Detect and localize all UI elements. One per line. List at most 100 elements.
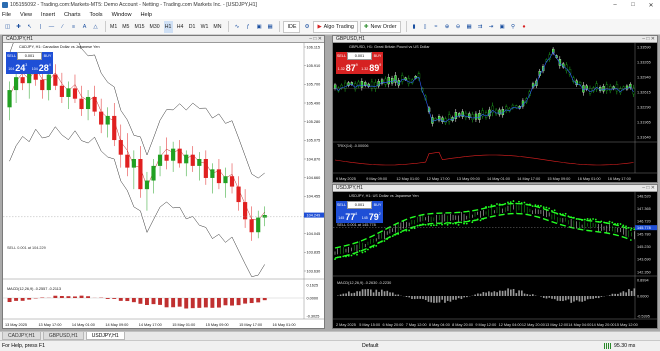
new-chart-icon[interactable]: ◫ — [3, 21, 12, 33]
ide-button[interactable]: IDE — [283, 20, 301, 33]
window-controls-icon[interactable]: – □ ✕ — [642, 185, 655, 192]
shapes-icon[interactable]: △ — [91, 21, 100, 33]
tab-cadjpy[interactable]: CADJPY,H1 — [2, 332, 41, 340]
timeframe-d1[interactable]: D1 — [188, 21, 197, 33]
indicators-icon[interactable]: ƒ — [243, 21, 252, 33]
new-order-button[interactable]: ✚ New Order — [359, 20, 401, 33]
timeframe-m1[interactable]: M1 — [109, 21, 118, 33]
network-latency[interactable]: 95.30 ms — [614, 343, 635, 349]
macd-histogram-bar — [457, 296, 460, 299]
strategy-tester-icon[interactable]: ⚙ — [302, 21, 311, 33]
search-icon[interactable]: ⚲ — [509, 21, 518, 33]
auto-scroll-icon[interactable]: ⇉ — [476, 21, 485, 33]
menu-help[interactable]: Help — [141, 12, 153, 18]
macd-histogram-bar — [496, 292, 498, 296]
templates-icon[interactable]: ▣ — [254, 21, 263, 33]
chart-plot[interactable]: 148.520 147.365 146.720 145.780 145.230 143.6… — [333, 192, 657, 328]
sell-button[interactable]: SELL — [336, 52, 347, 60]
channel-icon[interactable]: ≡ — [69, 21, 78, 33]
time-tick-label: 15 May 17:00 — [239, 323, 262, 327]
candle-body — [474, 113, 478, 120]
menu-file[interactable]: File — [2, 12, 11, 18]
lot-size-input[interactable]: 0.001 — [347, 201, 372, 209]
timeframe-w1[interactable]: W1 — [200, 21, 210, 33]
ask-price[interactable]: 145 79 2 — [359, 209, 383, 223]
parabolic-sar-dot — [548, 207, 551, 210]
parabolic-sar-dot — [509, 201, 512, 204]
time-tick-label: 6 May 20:00 — [382, 323, 403, 327]
chart-window-gbpusd[interactable]: GBPUSD,H1 – □ ✕ 1.33590 1.33265 1.32940 1.32… — [332, 35, 658, 183]
sell-button[interactable]: SELL — [336, 201, 347, 209]
menu-tools[interactable]: Tools — [90, 12, 103, 18]
window-controls-icon[interactable]: – □ ✕ — [642, 36, 655, 43]
candle-body — [249, 219, 254, 233]
chart-plot[interactable]: 106.115 105.910 105.700 105.490 105.280 105.0… — [3, 14, 324, 328]
timeframe-mn[interactable]: MN — [212, 21, 222, 33]
menu-insert[interactable]: Insert — [41, 12, 55, 18]
cursor-icon[interactable]: ↖ — [25, 21, 34, 33]
buy-button[interactable]: BUY — [42, 52, 53, 60]
screenshot-icon[interactable]: ▣ — [498, 21, 507, 33]
chart-shift-icon[interactable]: ⇥ — [487, 21, 496, 33]
vertical-line-icon[interactable]: | — [36, 21, 45, 33]
chart-window-cadjpy[interactable]: CADJPY,H1 – □ ✕ 106.115 105.910 105.700 105.… — [2, 14, 325, 329]
timeframe-m15[interactable]: M15 — [133, 21, 145, 33]
line-chart-icon[interactable]: ≈ — [432, 21, 441, 33]
minimize-icon[interactable]: – — [606, 0, 624, 10]
text-tool-icon[interactable]: A — [80, 21, 89, 33]
timeframe-h4[interactable]: H4 — [176, 21, 185, 33]
macd-histogram-bar — [575, 296, 578, 301]
macd-histogram-bar — [151, 298, 156, 305]
ask-price[interactable]: 1.32 89 9 — [359, 60, 383, 74]
macd-histogram-bar — [460, 296, 463, 300]
profile-name[interactable]: Default — [362, 343, 378, 349]
menu-view[interactable]: View — [20, 12, 32, 18]
buy-button[interactable]: BUY — [372, 201, 383, 209]
bid-price[interactable]: 145 77 8 — [336, 209, 360, 223]
crosshair-icon[interactable]: ✚ — [14, 21, 23, 33]
sell-button[interactable]: SELL — [6, 52, 17, 60]
window-controls-icon[interactable]: – □ ✕ — [309, 36, 322, 43]
cadjpy-chart-svg: 106.115 105.910 105.700 105.490 105.280 105.0… — [3, 14, 324, 328]
notifications-icon[interactable]: ● — [520, 21, 529, 33]
bid-price[interactable]: 104 24 3 — [6, 60, 30, 74]
zoom-out-icon[interactable]: ⊖ — [454, 21, 463, 33]
tab-gbpusd[interactable]: GBPUSD,H1 — [42, 332, 84, 340]
parabolic-sar-dot — [619, 223, 622, 225]
timeframe-m30[interactable]: M30 — [149, 21, 161, 33]
macd-histogram-bar — [455, 296, 457, 300]
time-tick-label: 15 May 01:00 — [172, 323, 195, 327]
parabolic-sar-dot — [608, 220, 611, 223]
close-icon[interactable]: ✕ — [642, 0, 660, 10]
time-tick-label: 13 May 09:00 — [457, 177, 480, 181]
candlesticks-icon[interactable]: ▯ — [421, 21, 430, 33]
bid-price[interactable]: 1.32 87 9 — [336, 60, 360, 74]
objects-icon[interactable]: ▦ — [265, 21, 274, 33]
tab-usdjpy[interactable]: USDJPY,H1 — [85, 332, 125, 340]
price-tick-label: 1.32615 — [637, 90, 651, 94]
parabolic-sar-dot — [496, 203, 498, 205]
time-tick-label: 14 May 01:00 — [72, 323, 95, 327]
algo-trading-button[interactable]: ▶ Algo Trading — [313, 20, 358, 33]
menu-charts[interactable]: Charts — [64, 12, 80, 18]
chart-window-usdjpy[interactable]: USDJPY,H1 – □ ✕ 148.520 147.365 146.720 145.… — [332, 184, 658, 329]
macd-histogram-bar — [380, 289, 383, 296]
tile-windows-icon[interactable]: ▦ — [465, 21, 474, 33]
ask-price[interactable]: 104 28 4 — [29, 60, 53, 74]
menu-window[interactable]: Window — [112, 12, 132, 18]
maximize-icon[interactable]: □ — [624, 0, 642, 10]
lot-size-input[interactable]: 0.001 — [347, 52, 372, 60]
new-order-label: New Order — [370, 23, 397, 30]
time-tick-label: 15 May 09:00 — [547, 177, 570, 181]
horizontal-line-icon[interactable]: — — [47, 21, 56, 33]
trendline-icon[interactable]: ∕ — [58, 21, 67, 33]
lot-size-input[interactable]: 0.001 — [17, 52, 42, 60]
chart-plot[interactable]: 1.33590 1.33265 1.32940 1.32615 1.32290 1.319… — [333, 43, 657, 182]
buy-button[interactable]: BUY — [372, 52, 383, 60]
zoom-in-icon[interactable]: ⊕ — [443, 21, 452, 33]
chart-type-icon[interactable]: ∿ — [232, 21, 241, 33]
parabolic-sar-dot — [592, 218, 594, 220]
chart-bars-icon[interactable]: ▮ — [410, 21, 419, 33]
timeframe-m5[interactable]: M5 — [121, 21, 130, 33]
timeframe-h1[interactable]: H1 — [163, 20, 173, 33]
